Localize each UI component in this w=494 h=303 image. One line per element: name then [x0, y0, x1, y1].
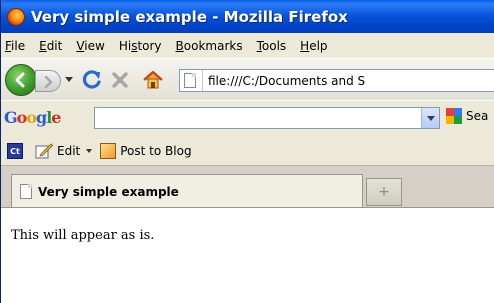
firefox-icon[interactable] — [7, 7, 25, 26]
edit-pencil-icon[interactable] — [35, 142, 53, 159]
menu-bar: File Edit View History Bookmarks Tools H… — [1, 33, 494, 58]
google-search-button[interactable]: Sea — [446, 108, 488, 124]
url-text[interactable]: file:///C:/Documents and S — [208, 74, 365, 88]
google-toolbar: Google Sea — [1, 100, 494, 137]
google-search-label: Sea — [466, 109, 489, 123]
address-divider — [202, 70, 203, 91]
menu-bookmarks-mnemonic: B — [175, 38, 184, 53]
menu-file[interactable]: File — [1, 39, 32, 53]
back-arrow-icon — [15, 72, 25, 88]
stop-icon[interactable] — [111, 71, 129, 89]
page-content: This will appear as is. — [1, 207, 494, 303]
google-logo-letter: o — [16, 108, 28, 127]
navigation-toolbar: file:///C:/Documents and S — [1, 58, 494, 101]
tab-page-icon — [20, 184, 32, 199]
menu-bookmarks-label: ookmarks — [183, 38, 243, 53]
menu-history-label: tory — [137, 38, 162, 53]
menu-help-mnemonic: H — [300, 38, 310, 53]
menu-tools-label: ools — [261, 38, 287, 53]
firefox-window: Very simple example - Mozilla Firefox Fi… — [0, 0, 494, 303]
menu-view-label: iew — [84, 38, 105, 53]
title-bar[interactable]: Very simple example - Mozilla Firefox — [1, 0, 494, 33]
address-bar[interactable]: file:///C:/Documents and S — [179, 69, 494, 92]
page-text: This will appear as is. — [11, 228, 155, 243]
new-tab-button[interactable]: + — [366, 178, 402, 206]
tab-strip: Very simple example + — [1, 165, 494, 208]
forward-button[interactable] — [35, 70, 61, 92]
google-search-icon — [446, 108, 462, 124]
ct-icon[interactable]: Ct — [7, 142, 23, 159]
menu-history[interactable]: History — [112, 39, 169, 53]
edit-label[interactable]: Edit — [57, 144, 80, 158]
menu-edit-mnemonic: E — [39, 38, 47, 53]
forward-arrow-icon — [44, 76, 53, 88]
menu-help-label: elp — [309, 38, 328, 53]
menu-tools[interactable]: Tools — [250, 39, 294, 53]
post-to-blog-label[interactable]: Post to Blog — [120, 144, 191, 158]
blog-toolbar: Ct Edit Post to Blog — [1, 136, 494, 165]
google-logo-letter: e — [51, 108, 61, 127]
reload-icon[interactable] — [81, 69, 103, 91]
google-search-dropdown-icon[interactable] — [421, 108, 439, 128]
google-search-input[interactable] — [94, 107, 440, 129]
home-icon[interactable] — [142, 69, 164, 91]
google-logo-letter: G — [4, 108, 18, 127]
menu-edit-label: dit — [46, 38, 63, 53]
menu-bookmarks[interactable]: Bookmarks — [169, 39, 250, 53]
menu-help[interactable]: Help — [293, 39, 334, 53]
menu-history-prefix: Hi — [118, 38, 132, 53]
google-logo-letter: o — [26, 108, 37, 127]
tab-title: Very simple example — [38, 184, 179, 199]
google-logo[interactable]: Google — [4, 108, 61, 127]
google-logo-letter: g — [36, 108, 47, 127]
window-title: Very simple example - Mozilla Firefox — [31, 7, 348, 26]
post-to-blog-icon[interactable] — [100, 142, 117, 159]
menu-file-label: ile — [11, 38, 26, 53]
tab-very-simple-example[interactable]: Very simple example — [11, 174, 363, 208]
history-dropdown-icon[interactable] — [65, 77, 73, 82]
menu-view[interactable]: View — [69, 39, 111, 53]
page-icon — [184, 73, 196, 88]
back-button[interactable] — [5, 64, 37, 96]
menu-edit[interactable]: Edit — [32, 39, 69, 53]
edit-dropdown-icon[interactable] — [86, 148, 93, 153]
